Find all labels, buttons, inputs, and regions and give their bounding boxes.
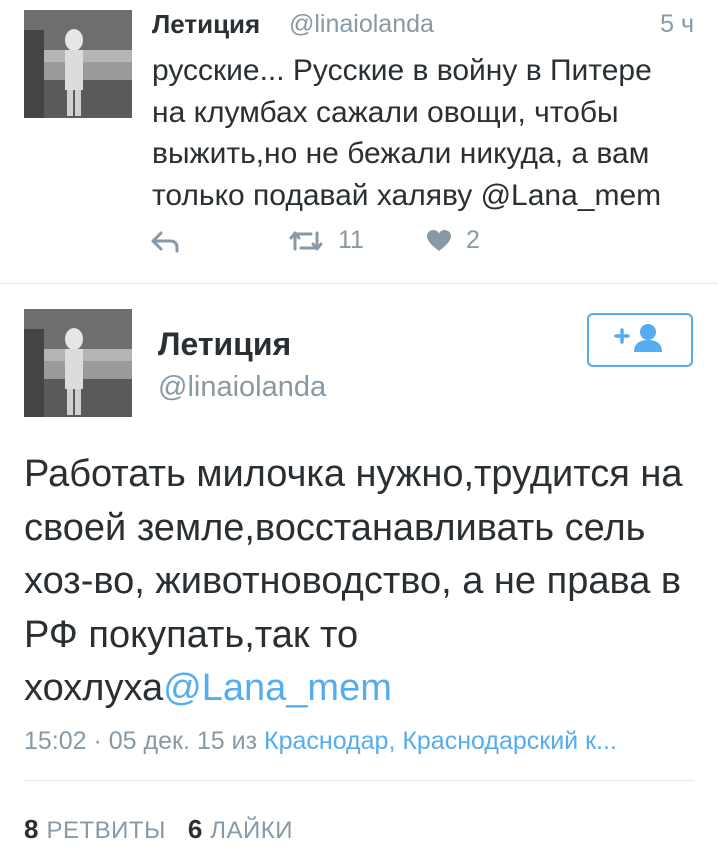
retweet-button[interactable]: 11 [288,226,364,255]
retweets-label[interactable]: РЕТВИТЫ [46,817,165,845]
tweet-text: Работать милочка нужно,трудится на своей… [24,448,714,716]
author-handle[interactable]: @linaiolanda [158,371,326,404]
follow-button[interactable] [587,313,693,367]
author-name[interactable]: Летиция [152,9,260,40]
heart-icon [426,229,452,253]
like-count: 2 [466,226,480,254]
tweet-text: русские... Русские в войну в Питере на к… [152,54,662,212]
likes-count[interactable]: 6 [188,814,202,845]
retweet-icon [288,228,324,254]
tweet-time: 5 ч [660,10,694,38]
likes-label[interactable]: ЛАЙКИ [210,817,293,845]
retweets-count[interactable]: 8 [24,814,38,845]
reply-button[interactable] [150,230,180,254]
reply-icon [150,230,180,254]
avatar[interactable] [24,309,132,417]
author-name[interactable]: Летиция [158,326,291,363]
reply-tweet[interactable]: Летиция @linaiolanda 5 ч русские... Русс… [0,0,718,283]
avatar[interactable] [24,10,132,118]
retweet-count: 11 [338,226,364,254]
location-link[interactable]: Краснодар, Краснодарский к... [264,727,617,755]
follow-user-icon [612,321,668,360]
tweet-timestamp: 15:02 · 05 дек. 15 [24,727,225,755]
author-handle[interactable]: @linaiolanda [289,10,434,39]
divider [0,283,718,284]
tweet-stats: 8 РЕТВИТЫ 6 ЛАЙКИ [24,814,293,845]
divider [24,780,694,781]
like-button[interactable]: 2 [426,226,480,255]
tweet-meta: 15:02 · 05 дек. 15 из Краснодар, Краснод… [24,727,704,756]
mention-link[interactable]: @Lana_mem [163,667,392,709]
from-label: из [231,727,258,755]
